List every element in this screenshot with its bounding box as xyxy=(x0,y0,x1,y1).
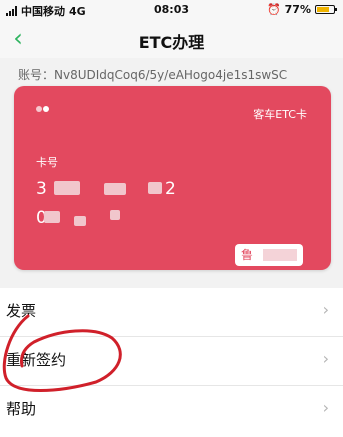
chevron-right-icon: › xyxy=(322,398,329,417)
card-number-line1-end: 2 xyxy=(165,179,176,199)
etc-card[interactable]: 客车ETC卡 卡号 3 2 0 鲁 xyxy=(14,86,331,270)
card-number-label: 卡号 xyxy=(36,156,58,169)
card-type: 客车ETC卡 xyxy=(253,108,307,121)
alarm-icon: ⏰ xyxy=(266,3,281,16)
status-right: ⏰ 77% xyxy=(266,3,337,16)
masked-digits xyxy=(44,211,60,223)
status-bar: 中国移动 4G 08:03 ⏰ 77% xyxy=(0,0,343,20)
account-label: 账号： xyxy=(18,68,55,82)
card-logo-icon xyxy=(36,106,49,112)
masked-digits xyxy=(148,182,162,194)
menu-item-invoice[interactable]: 发票 › xyxy=(0,288,343,337)
menu-item-label: 帮助 xyxy=(6,400,37,418)
battery-percent: 77% xyxy=(284,3,311,16)
masked-digits xyxy=(104,183,126,195)
menu-item-label: 发票 xyxy=(6,302,37,320)
menu-item-resign[interactable]: 重新签约 › xyxy=(0,337,343,386)
card-number-line1: 3 xyxy=(36,179,48,199)
account-value: Nv8UDIdqCoq6/5y/eAHogo4je1s1swSC xyxy=(54,68,288,82)
menu-item-help[interactable]: 帮助 › xyxy=(0,386,343,435)
masked-digits xyxy=(54,181,80,195)
nav-bar: ‹ ETC办理 xyxy=(0,20,343,58)
masked-digits xyxy=(74,216,86,226)
account-row: 账号：Nv8UDIdqCoq6/5y/eAHogo4je1s1swSC xyxy=(18,66,287,83)
menu-item-label: 重新签约 xyxy=(6,351,67,369)
chevron-right-icon: › xyxy=(322,349,329,368)
masked-digits xyxy=(110,210,120,220)
chevron-right-icon: › xyxy=(322,300,329,319)
menu-list: 发票 › 重新签约 › 帮助 › xyxy=(0,288,343,437)
battery-icon xyxy=(315,5,337,14)
masked-plate xyxy=(263,249,297,261)
page-title: ETC办理 xyxy=(138,33,205,52)
